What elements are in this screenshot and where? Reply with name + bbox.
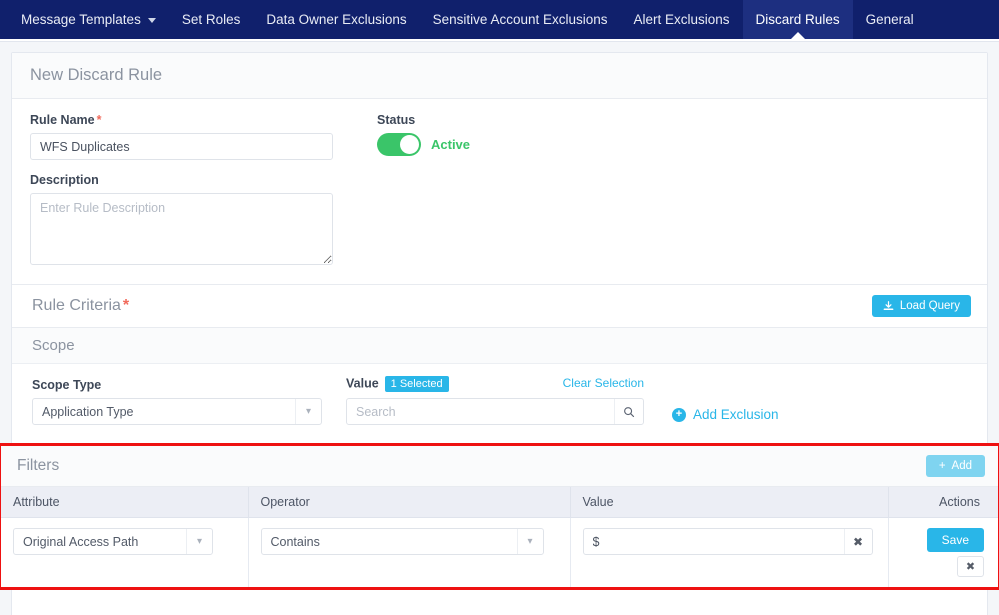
scope-body: Scope Type Application Type ▾ Value 1 Sel…: [12, 364, 987, 443]
nav-item-message-templates[interactable]: Message Templates: [8, 0, 169, 39]
scope-title: Scope: [12, 328, 987, 364]
nav-item-label: General: [866, 12, 914, 27]
description-textarea[interactable]: [30, 193, 333, 265]
rule-criteria-title-text: Rule Criteria: [32, 297, 121, 314]
rule-criteria-header: Rule Criteria* Load Query: [12, 285, 987, 328]
filter-value-input[interactable]: [584, 529, 844, 554]
nav-item-discard-rules[interactable]: Discard Rules: [743, 0, 853, 39]
value-search-box: [346, 398, 644, 425]
scope-type-group: Scope Type Application Type ▾: [32, 378, 322, 425]
remove-filter-button[interactable]: ✖: [957, 556, 984, 577]
column-header-operator: Operator: [248, 487, 570, 518]
status-value-text: Active: [431, 137, 470, 152]
nav-item-label: Sensitive Account Exclusions: [433, 12, 608, 27]
toggle-knob: [400, 135, 419, 154]
cell-attribute: Original Access Path ▾: [1, 518, 248, 588]
active-tab-pointer-icon: [790, 32, 806, 40]
plus-circle-icon: +: [672, 408, 686, 422]
description-label: Description: [30, 173, 969, 187]
rule-name-status-row: Rule Name* Status Active: [30, 113, 969, 160]
clear-selection-link[interactable]: Clear Selection: [563, 376, 644, 390]
status-group: Status Active: [377, 113, 470, 160]
row-actions: Save ✖: [901, 528, 985, 577]
value-label-text: Value: [346, 376, 379, 390]
rule-name-label: Rule Name*: [30, 113, 355, 127]
filter-value-group: ✖: [583, 528, 873, 555]
value-selected-badge: 1 Selected: [385, 376, 449, 392]
card-body: Rule Name* Status Active Description: [12, 99, 987, 615]
attribute-select[interactable]: Original Access Path ▾: [13, 528, 213, 555]
table-row: Original Access Path ▾ Contains ▾: [1, 518, 998, 588]
save-filter-button[interactable]: Save: [927, 528, 984, 552]
status-toggle[interactable]: [377, 133, 421, 156]
filters-title: Filters: [17, 457, 59, 475]
operator-value: Contains: [262, 535, 517, 549]
nav-item-label: Discard Rules: [756, 12, 840, 27]
rule-name-input[interactable]: [30, 133, 333, 160]
status-label: Status: [377, 113, 470, 127]
filters-header: Filters + Add: [1, 446, 998, 487]
cell-value: ✖: [570, 518, 888, 588]
search-icon: [623, 406, 635, 418]
value-label: Value 1 Selected: [346, 376, 449, 392]
column-header-value: Value: [570, 487, 888, 518]
discard-rule-card: New Discard Rule Rule Name* Status: [11, 52, 988, 615]
column-header-attribute: Attribute: [1, 487, 248, 518]
search-button[interactable]: [614, 399, 643, 424]
column-header-actions: Actions: [888, 487, 998, 518]
filters-table-header-row: Attribute Operator Value Actions: [1, 487, 998, 518]
cell-operator: Contains ▾: [248, 518, 570, 588]
chevron-down-icon: ▾: [295, 399, 321, 424]
scope-type-value: Application Type: [33, 405, 295, 419]
clear-value-icon[interactable]: ✖: [844, 529, 872, 554]
panel-spacer: [12, 593, 987, 615]
page-title: New Discard Rule: [12, 53, 987, 99]
nav-item-label: Message Templates: [21, 12, 141, 27]
nav-item-set-roles[interactable]: Set Roles: [169, 0, 254, 39]
rule-name-label-text: Rule Name: [30, 113, 95, 127]
chevron-down-icon: ▾: [186, 529, 212, 554]
add-filter-label: Add: [952, 460, 972, 472]
nav-item-label: Alert Exclusions: [634, 12, 730, 27]
operator-select[interactable]: Contains ▾: [261, 528, 544, 555]
nav-item-alert-exclusions[interactable]: Alert Exclusions: [621, 0, 743, 39]
cell-actions: Save ✖: [888, 518, 998, 588]
download-icon: [883, 301, 894, 312]
scope-type-label: Scope Type: [32, 378, 322, 392]
chevron-down-icon: [148, 18, 156, 23]
add-exclusion-button[interactable]: + Add Exclusion: [672, 407, 779, 425]
nav-item-label: Set Roles: [182, 12, 241, 27]
value-search-input[interactable]: [347, 405, 614, 419]
required-asterisk: *: [123, 297, 129, 314]
top-navbar: Message Templates Set Roles Data Owner E…: [0, 0, 999, 39]
rule-criteria-title: Rule Criteria*: [32, 297, 129, 315]
load-query-button[interactable]: Load Query: [872, 295, 971, 317]
attribute-value: Original Access Path: [14, 535, 186, 549]
scope-type-select[interactable]: Application Type ▾: [32, 398, 322, 425]
description-group: Description: [30, 173, 969, 268]
required-asterisk: *: [97, 113, 102, 127]
add-filter-button[interactable]: + Add: [926, 455, 985, 477]
nav-item-label: Data Owner Exclusions: [266, 12, 406, 27]
nav-item-sensitive-account-exclusions[interactable]: Sensitive Account Exclusions: [420, 0, 621, 39]
value-group: Value 1 Selected Clear Selection: [346, 376, 644, 425]
status-toggle-wrap: Active: [377, 133, 470, 156]
value-header-row: Value 1 Selected Clear Selection: [346, 376, 644, 398]
add-exclusion-label: Add Exclusion: [693, 407, 779, 422]
filters-outer: Filters + Add Attribute Operator: [0, 443, 999, 593]
rule-name-group: Rule Name*: [30, 113, 355, 160]
nav-item-general[interactable]: General: [853, 0, 927, 39]
page-wrapper: New Discard Rule Rule Name* Status: [0, 42, 999, 615]
filters-panel-highlighted: Filters + Add Attribute Operator: [0, 443, 999, 590]
filters-table: Attribute Operator Value Actions: [1, 487, 998, 587]
nav-item-data-owner-exclusions[interactable]: Data Owner Exclusions: [253, 0, 419, 39]
plus-icon: +: [939, 460, 946, 472]
rule-criteria-panel: Rule Criteria* Load Query Scope Scope Ty…: [12, 284, 987, 615]
chevron-down-icon: ▾: [517, 529, 543, 554]
load-query-label: Load Query: [900, 300, 960, 312]
